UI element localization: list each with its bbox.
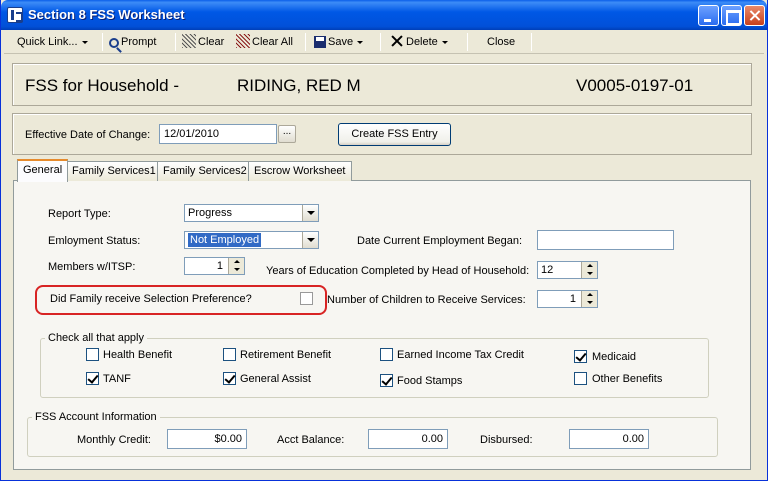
magnifier-icon bbox=[109, 38, 119, 48]
monthly-credit-input[interactable]: $0.00 bbox=[167, 429, 247, 449]
fss-worksheet-window: Section 8 FSS Worksheet Quick Link... Pr… bbox=[0, 0, 768, 481]
delete-button[interactable]: Delete bbox=[390, 34, 448, 50]
x-icon bbox=[390, 34, 404, 48]
retirement-benefit-label: Retirement Benefit bbox=[240, 349, 332, 361]
clear-all-button[interactable]: Clear All bbox=[236, 34, 293, 50]
general-assist-label: General Assist bbox=[240, 373, 311, 385]
spinner-arrows-icon[interactable] bbox=[581, 291, 597, 307]
members-itsp-label: Members w/ITSP: bbox=[48, 261, 136, 273]
report-type-label: Report Type: bbox=[48, 208, 111, 220]
prompt-button[interactable]: Prompt bbox=[109, 34, 156, 50]
chevron-down-icon[interactable] bbox=[302, 205, 318, 221]
clear-button[interactable]: Clear bbox=[182, 34, 224, 50]
education-spinner[interactable]: 12 bbox=[537, 261, 598, 279]
create-fss-entry-button[interactable]: Create FSS Entry bbox=[338, 123, 451, 146]
benefits-group-title: Check all that apply bbox=[45, 332, 147, 344]
children-services-spinner[interactable]: 1 bbox=[537, 290, 598, 308]
spinner-arrows-icon[interactable] bbox=[228, 258, 244, 274]
tab-family-services2[interactable]: Family Services2 bbox=[157, 161, 253, 181]
date-employment-input[interactable] bbox=[537, 230, 674, 250]
prompt-label: Prompt bbox=[121, 36, 157, 48]
maximize-button[interactable] bbox=[721, 5, 742, 26]
app-icon bbox=[7, 7, 23, 23]
health-benefit-label: Health Benefit bbox=[103, 349, 173, 361]
close-window-button[interactable] bbox=[744, 5, 765, 26]
chevron-down-icon bbox=[81, 40, 88, 44]
medicaid-checkbox[interactable] bbox=[574, 350, 587, 363]
toolbar-separator bbox=[175, 33, 176, 51]
employment-status-value: Not Employed bbox=[188, 233, 262, 247]
toolbar: Quick Link... Prompt Clear Clear All Sav… bbox=[4, 30, 764, 54]
close-button[interactable]: Close bbox=[487, 34, 515, 50]
tab-general[interactable]: General bbox=[17, 159, 69, 182]
clear-label: Clear bbox=[198, 36, 225, 48]
clear-icon bbox=[182, 34, 196, 48]
general-assist-checkbox[interactable] bbox=[223, 372, 236, 385]
effective-date-label: Effective Date of Change: bbox=[25, 129, 151, 141]
account-info-title: FSS Account Information bbox=[32, 411, 160, 423]
floppy-disk-icon bbox=[314, 36, 326, 48]
benefits-group bbox=[40, 338, 709, 398]
chevron-down-icon bbox=[357, 40, 364, 44]
toolbar-separator bbox=[305, 33, 306, 51]
toolbar-separator bbox=[531, 33, 532, 51]
date-employment-label: Date Current Employment Began: bbox=[357, 235, 523, 247]
clear-all-label: Clear All bbox=[252, 36, 293, 48]
delete-label: Delete bbox=[406, 36, 438, 48]
household-label: FSS for Household - bbox=[25, 76, 180, 95]
toolbar-separator bbox=[380, 33, 381, 51]
retirement-benefit-checkbox[interactable] bbox=[223, 348, 236, 361]
household-name: RIDING, RED M bbox=[237, 76, 361, 95]
disbursed-input[interactable]: 0.00 bbox=[569, 429, 649, 449]
report-type-value: Progress bbox=[188, 207, 233, 219]
quick-link-menu[interactable]: Quick Link... bbox=[17, 34, 88, 50]
education-value: 12 bbox=[541, 264, 554, 276]
window-title: Section 8 FSS Worksheet bbox=[28, 7, 185, 22]
date-browse-button[interactable]: ... bbox=[278, 125, 296, 143]
eitc-label: Earned Income Tax Credit bbox=[397, 349, 524, 361]
chevron-down-icon bbox=[441, 40, 448, 44]
toolbar-separator bbox=[467, 33, 468, 51]
tab-family-services1[interactable]: Family Services1 bbox=[66, 161, 162, 181]
tanf-label: TANF bbox=[103, 373, 131, 385]
spinner-arrows-icon[interactable] bbox=[581, 262, 597, 278]
tanf-checkbox[interactable] bbox=[86, 372, 99, 385]
tab-escrow-worksheet[interactable]: Escrow Worksheet bbox=[248, 161, 352, 181]
members-itsp-value: 1 bbox=[216, 260, 223, 272]
employment-status-label: Emloyment Status: bbox=[48, 235, 141, 247]
household-id: V0005-0197-01 bbox=[576, 76, 694, 95]
medicaid-label: Medicaid bbox=[592, 351, 637, 363]
selection-preference-checkbox[interactable] bbox=[300, 292, 313, 305]
employment-status-select[interactable]: Not Employed bbox=[184, 231, 319, 249]
children-services-label: Number of Children to Receive Services: bbox=[327, 294, 526, 306]
toolbar-separator bbox=[102, 33, 103, 51]
children-services-value: 1 bbox=[569, 293, 576, 305]
education-label: Years of Education Completed by Head of … bbox=[266, 265, 530, 277]
save-button[interactable]: Save bbox=[314, 34, 364, 50]
chevron-down-icon[interactable] bbox=[302, 232, 318, 248]
clear-all-icon bbox=[236, 34, 250, 48]
members-itsp-spinner[interactable]: 1 bbox=[184, 257, 245, 275]
title-bar[interactable]: Section 8 FSS Worksheet bbox=[1, 0, 767, 30]
minimize-button[interactable] bbox=[698, 5, 719, 26]
report-type-select[interactable]: Progress bbox=[184, 204, 319, 222]
other-benefits-label: Other Benefits bbox=[592, 373, 663, 385]
other-benefits-checkbox[interactable] bbox=[574, 372, 587, 385]
monthly-credit-label: Monthly Credit: bbox=[77, 434, 151, 446]
health-benefit-checkbox[interactable] bbox=[86, 348, 99, 361]
selection-preference-label: Did Family receive Selection Preference? bbox=[50, 293, 252, 305]
food-stamps-label: Food Stamps bbox=[397, 375, 463, 387]
save-label: Save bbox=[328, 36, 354, 48]
quick-link-label: Quick Link... bbox=[17, 36, 78, 48]
disbursed-label: Disbursed: bbox=[480, 434, 533, 446]
eitc-checkbox[interactable] bbox=[380, 348, 393, 361]
acct-balance-label: Acct Balance: bbox=[277, 434, 345, 446]
effective-date-input[interactable]: 12/01/2010 bbox=[159, 124, 277, 144]
food-stamps-checkbox[interactable] bbox=[380, 374, 393, 387]
acct-balance-input[interactable]: 0.00 bbox=[368, 429, 448, 449]
